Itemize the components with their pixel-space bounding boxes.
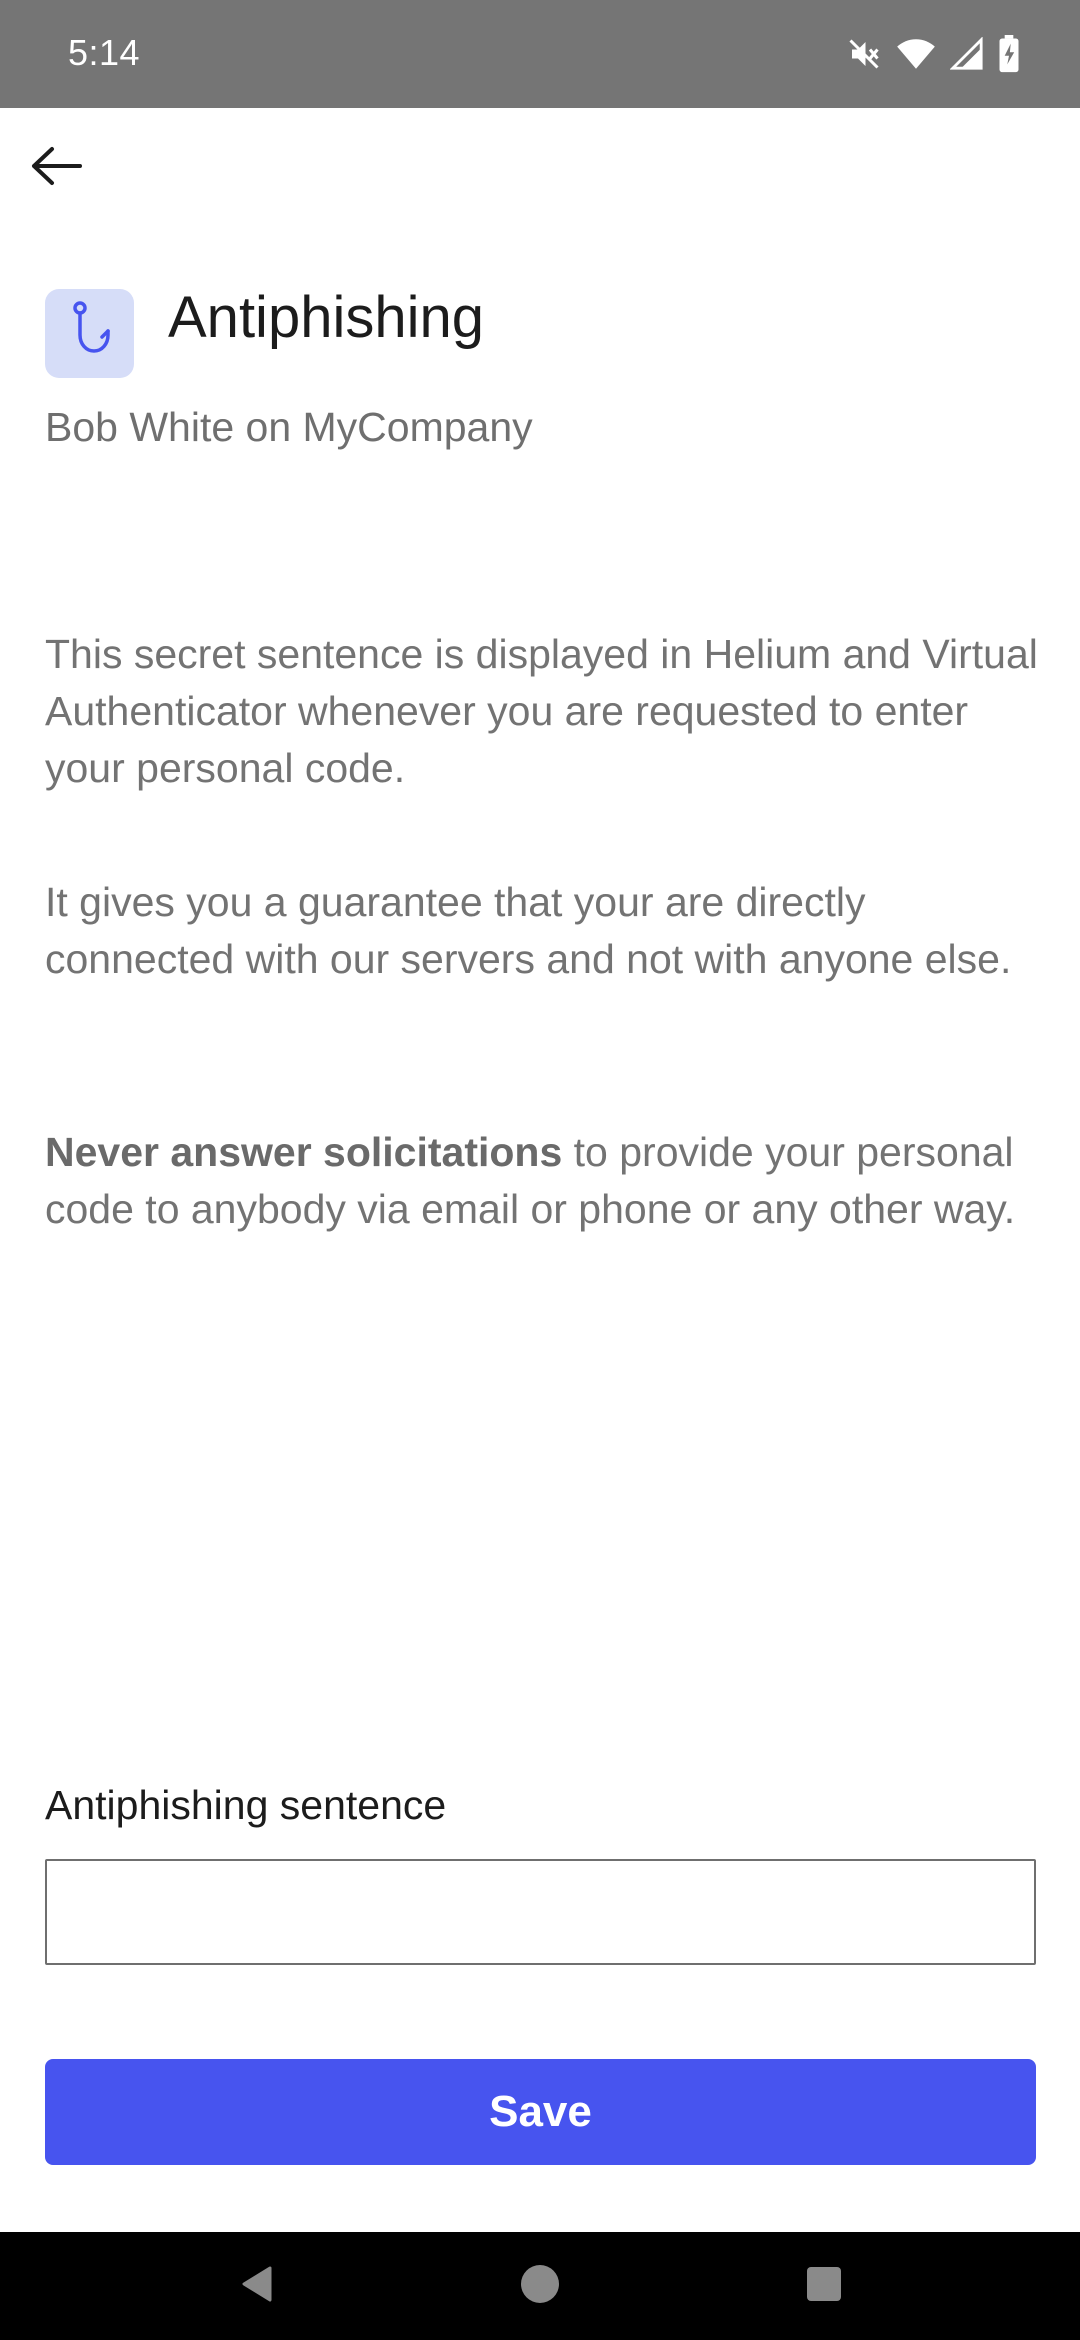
- mute-icon: [846, 36, 882, 72]
- signal-icon: [950, 37, 984, 71]
- page-subtitle: Bob White on MyCompany: [45, 404, 533, 450]
- wifi-icon: [896, 36, 936, 72]
- fishing-hook-icon: [64, 299, 116, 368]
- warning-paragraph: Never answer solicitations to provide yo…: [45, 1124, 1045, 1238]
- description-paragraph: This secret sentence is displayed in Hel…: [45, 631, 1038, 791]
- system-nav-bar: [0, 2232, 1080, 2340]
- guarantee-paragraph: It gives you a guarantee that your are d…: [45, 879, 1012, 982]
- status-bar: 5:14: [0, 0, 1080, 108]
- status-time: 5:14: [68, 32, 141, 73]
- save-button[interactable]: Save: [45, 2059, 1036, 2165]
- antiphishing-sentence-input[interactable]: [45, 1859, 1036, 1965]
- antiphishing-sentence-label: Antiphishing sentence: [45, 1782, 447, 1828]
- antiphishing-badge: [45, 289, 134, 378]
- nav-home-button[interactable]: [500, 2232, 580, 2340]
- nav-home-icon: [519, 2263, 561, 2310]
- page-title: Antiphishing: [168, 285, 484, 350]
- nav-back-icon: [238, 2264, 274, 2309]
- back-button[interactable]: [20, 136, 92, 200]
- battery-charging-icon: [998, 35, 1020, 73]
- status-icons: [846, 34, 1020, 74]
- nav-recents-button[interactable]: [784, 2232, 864, 2340]
- arrow-left-icon: [30, 146, 82, 191]
- nav-recents-icon: [806, 2266, 842, 2307]
- nav-back-button[interactable]: [216, 2232, 296, 2340]
- warning-bold-text: Never answer solicitations: [45, 1129, 563, 1175]
